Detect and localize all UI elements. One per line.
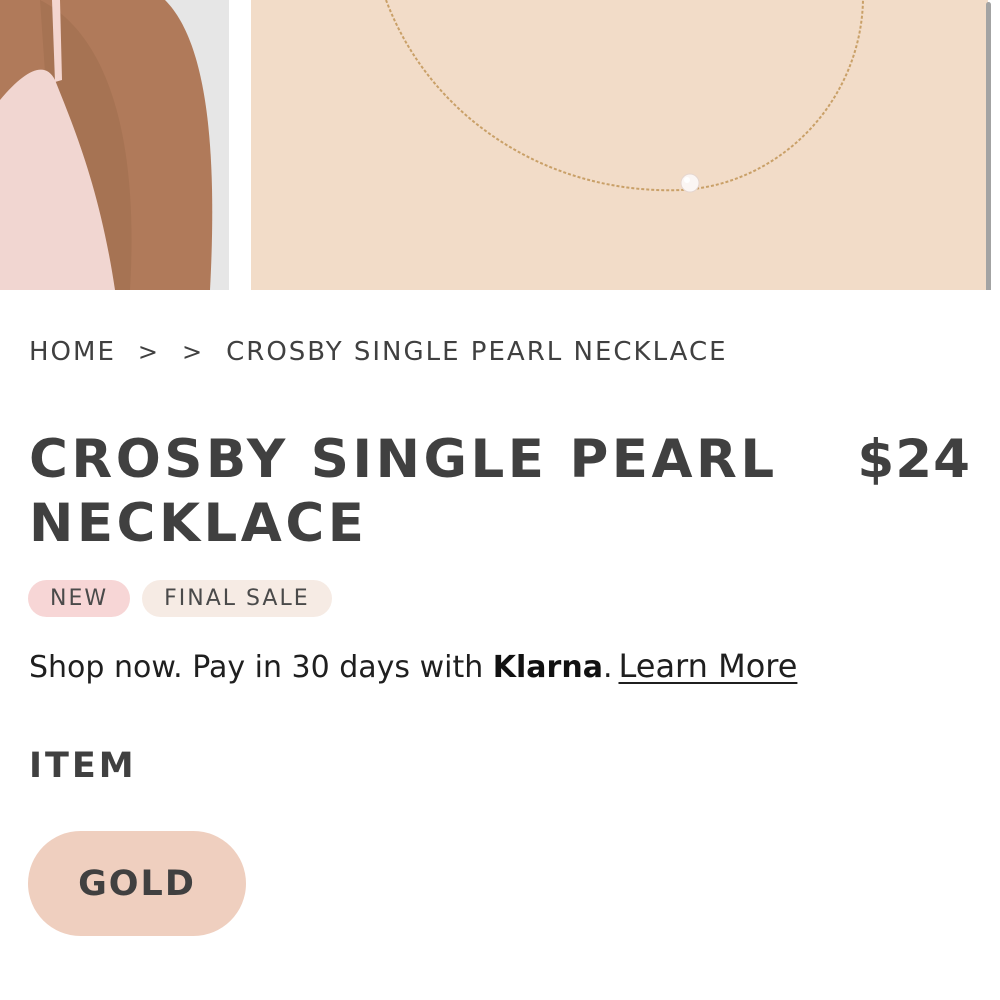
breadcrumb-home-link[interactable]: HOME (29, 337, 116, 367)
new-badge: NEW (28, 580, 131, 617)
necklace-photo[interactable] (251, 0, 988, 290)
breadcrumb-current: CROSBY SINGLE PEARL NECKLACE (226, 337, 728, 367)
product-image-gallery[interactable] (0, 0, 1000, 290)
klarna-period: . (602, 650, 613, 685)
model-photo[interactable] (0, 0, 229, 290)
breadcrumb-separator: > (137, 338, 160, 366)
klarna-logo: Klarna (492, 650, 603, 685)
final-sale-badge: FINAL SALE (142, 580, 332, 617)
klarna-message: Shop now. Pay in 30 days with Klarna. Lea… (29, 644, 797, 688)
scrollbar-thumb[interactable] (986, 2, 991, 290)
learn-more-link[interactable]: Learn More (618, 647, 797, 685)
product-title: CROSBY SINGLE PEARL NECKLACE (29, 429, 778, 554)
product-price: $24 (857, 429, 971, 490)
breadcrumb-separator: > (182, 338, 205, 366)
breadcrumb: HOME > > CROSBY SINGLE PEARL NECKLACE (29, 334, 728, 370)
option-label: ITEM (29, 746, 137, 786)
gold-option-button[interactable]: GOLD (28, 831, 246, 936)
klarna-text: Shop now. Pay in 30 days with (29, 650, 493, 685)
product-badges: NEW FINAL SALE (28, 580, 332, 617)
